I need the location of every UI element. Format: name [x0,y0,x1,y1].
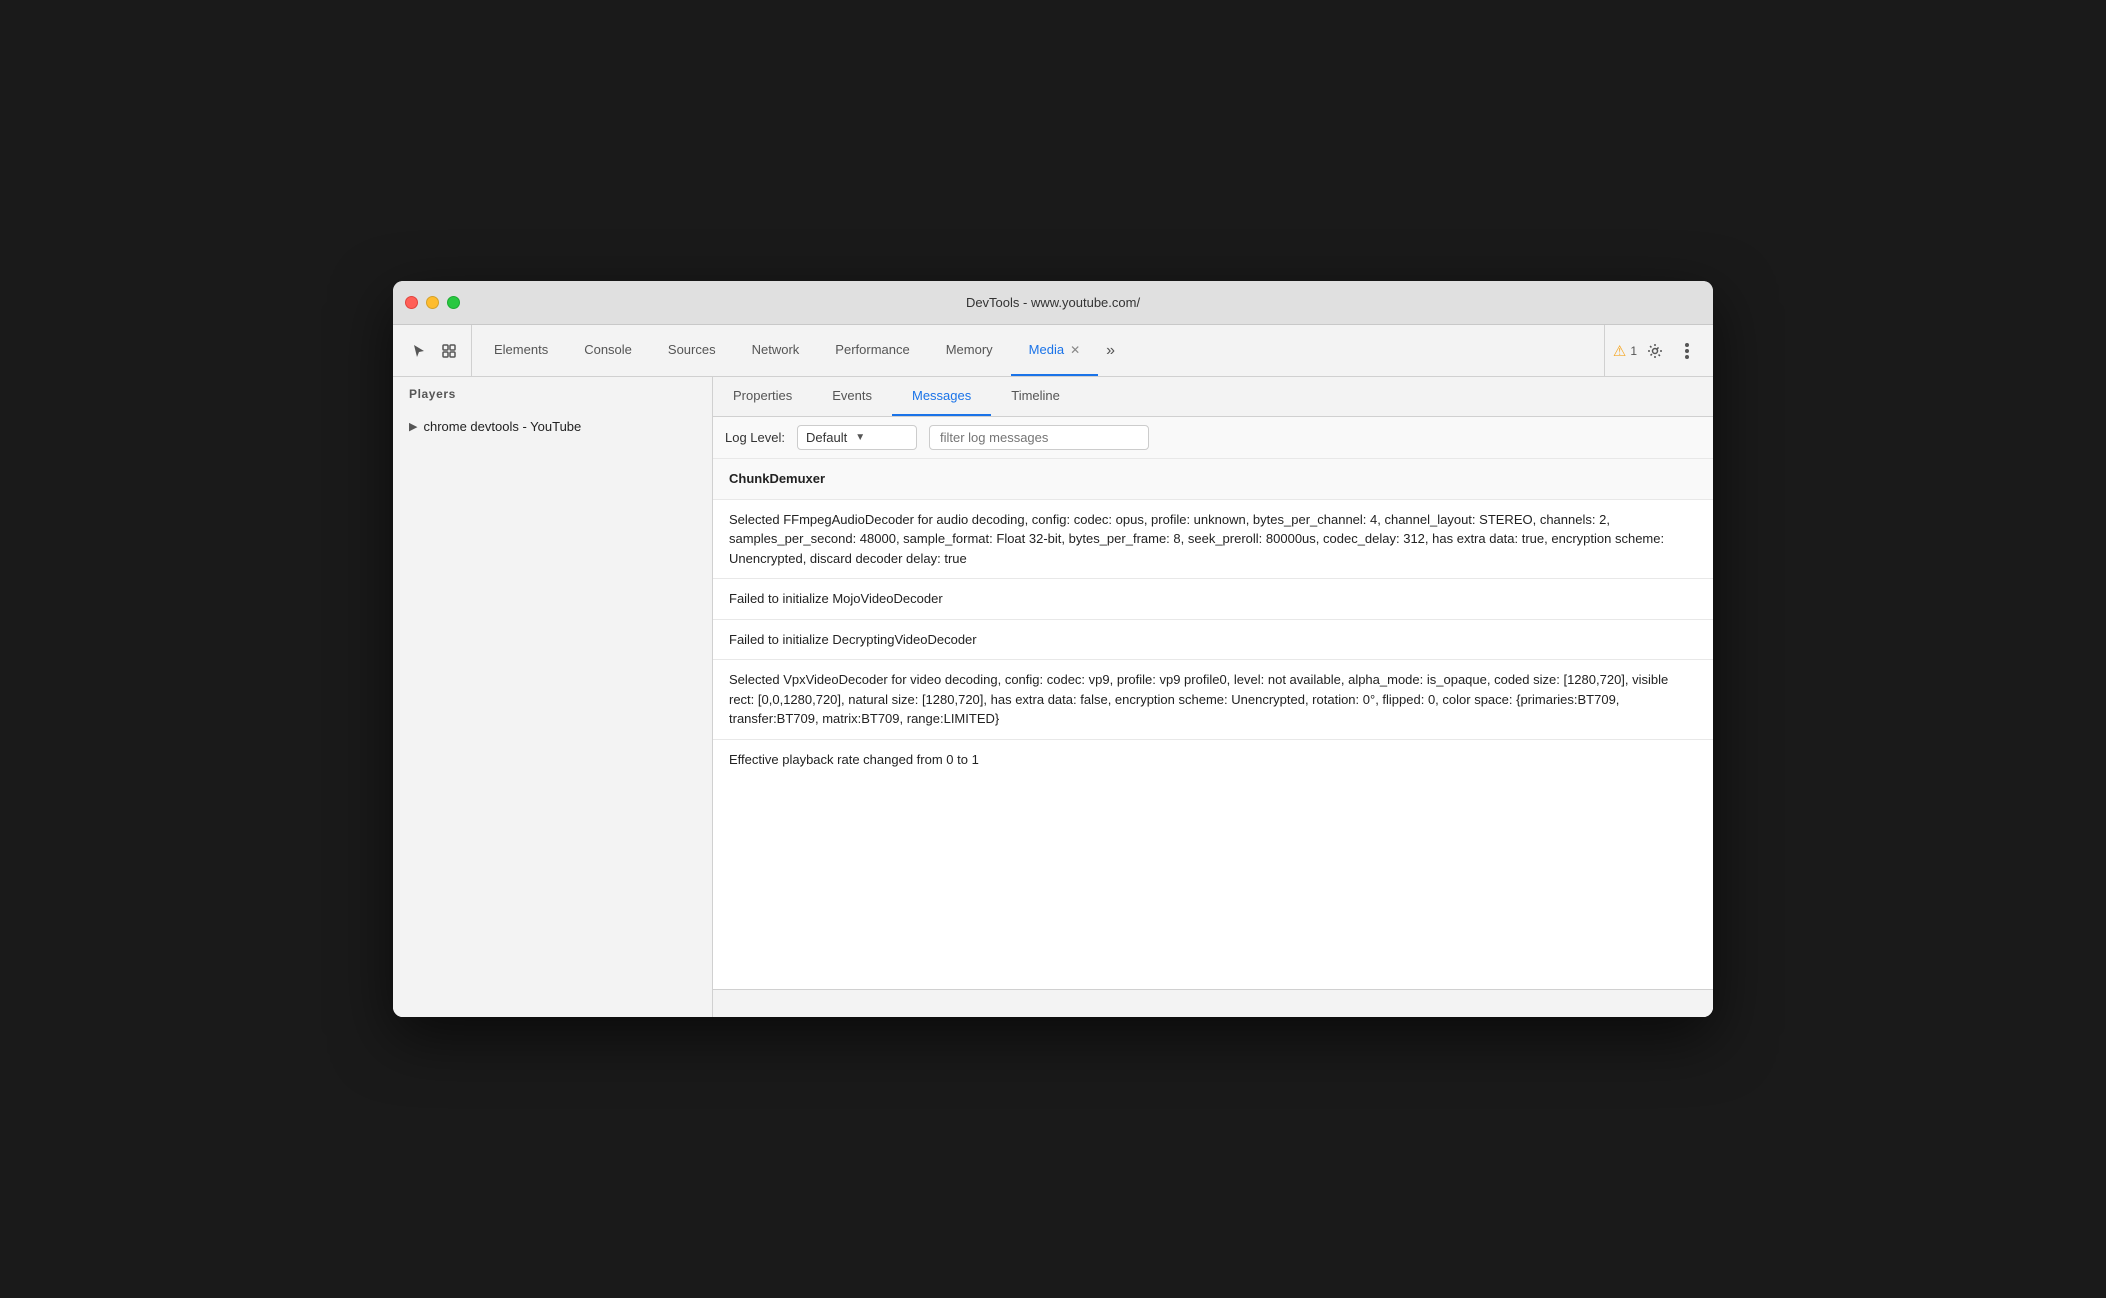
toolbar-icon-group [397,325,472,376]
message-row: Selected FFmpegAudioDecoder for audio de… [713,500,1713,580]
tab-list: Elements Console Sources Network Perform… [476,325,1604,376]
toolbar-right: ⚠ 1 [1604,325,1709,376]
message-row: Selected VpxVideoDecoder for video decod… [713,660,1713,740]
tab-media-close-icon[interactable]: ✕ [1070,343,1080,357]
sidebar: Players ▶ chrome devtools - YouTube [393,377,713,1017]
devtools-toolbar: Elements Console Sources Network Perform… [393,325,1713,377]
minimize-button[interactable] [426,296,439,309]
sub-tab-list: Properties Events Messages Timeline [713,377,1713,417]
tab-console[interactable]: Console [566,325,650,376]
main-content: Players ▶ chrome devtools - YouTube Prop… [393,377,1713,1017]
filter-bar: Log Level: Default ▼ [713,417,1713,459]
close-button[interactable] [405,296,418,309]
sub-tab-timeline[interactable]: Timeline [991,377,1080,416]
right-panel: Properties Events Messages Timeline Log … [713,377,1713,1017]
messages-list: ChunkDemuxer Selected FFmpegAudioDecoder… [713,459,1713,989]
tab-performance[interactable]: Performance [817,325,927,376]
more-tabs-button[interactable]: » [1098,325,1123,376]
warning-badge[interactable]: ⚠ 1 [1613,342,1637,360]
message-row: Failed to initialize DecryptingVideoDeco… [713,620,1713,661]
tab-sources[interactable]: Sources [650,325,734,376]
devtools-window: DevTools - www.youtube.com/ Elements [393,281,1713,1017]
tab-elements[interactable]: Elements [476,325,566,376]
log-level-select[interactable]: Default ▼ [797,425,917,450]
chevron-down-icon: ▼ [855,432,865,443]
bottom-bar [713,989,1713,1017]
settings-icon[interactable] [1641,337,1669,365]
log-level-label: Log Level: [725,430,785,445]
sidebar-header: Players [393,377,712,411]
filter-input[interactable] [929,425,1149,450]
message-row: Effective playback rate changed from 0 t… [713,740,1713,780]
sub-tab-properties[interactable]: Properties [713,377,812,416]
tab-media[interactable]: Media ✕ [1011,325,1098,376]
more-options-icon[interactable] [1673,337,1701,365]
tab-memory[interactable]: Memory [928,325,1011,376]
window-title: DevTools - www.youtube.com/ [966,295,1140,310]
fullscreen-button[interactable] [447,296,460,309]
message-row: Failed to initialize MojoVideoDecoder [713,579,1713,620]
warning-icon: ⚠ [1613,342,1626,360]
expand-arrow-icon: ▶ [409,420,417,433]
cursor-icon[interactable] [405,337,433,365]
sub-tab-events[interactable]: Events [812,377,892,416]
message-row: ChunkDemuxer [713,459,1713,500]
tab-network[interactable]: Network [734,325,818,376]
inspect-icon[interactable] [435,337,463,365]
traffic-lights [405,296,460,309]
sub-tab-messages[interactable]: Messages [892,377,991,416]
sidebar-item-youtube[interactable]: ▶ chrome devtools - YouTube [393,411,712,442]
titlebar: DevTools - www.youtube.com/ [393,281,1713,325]
